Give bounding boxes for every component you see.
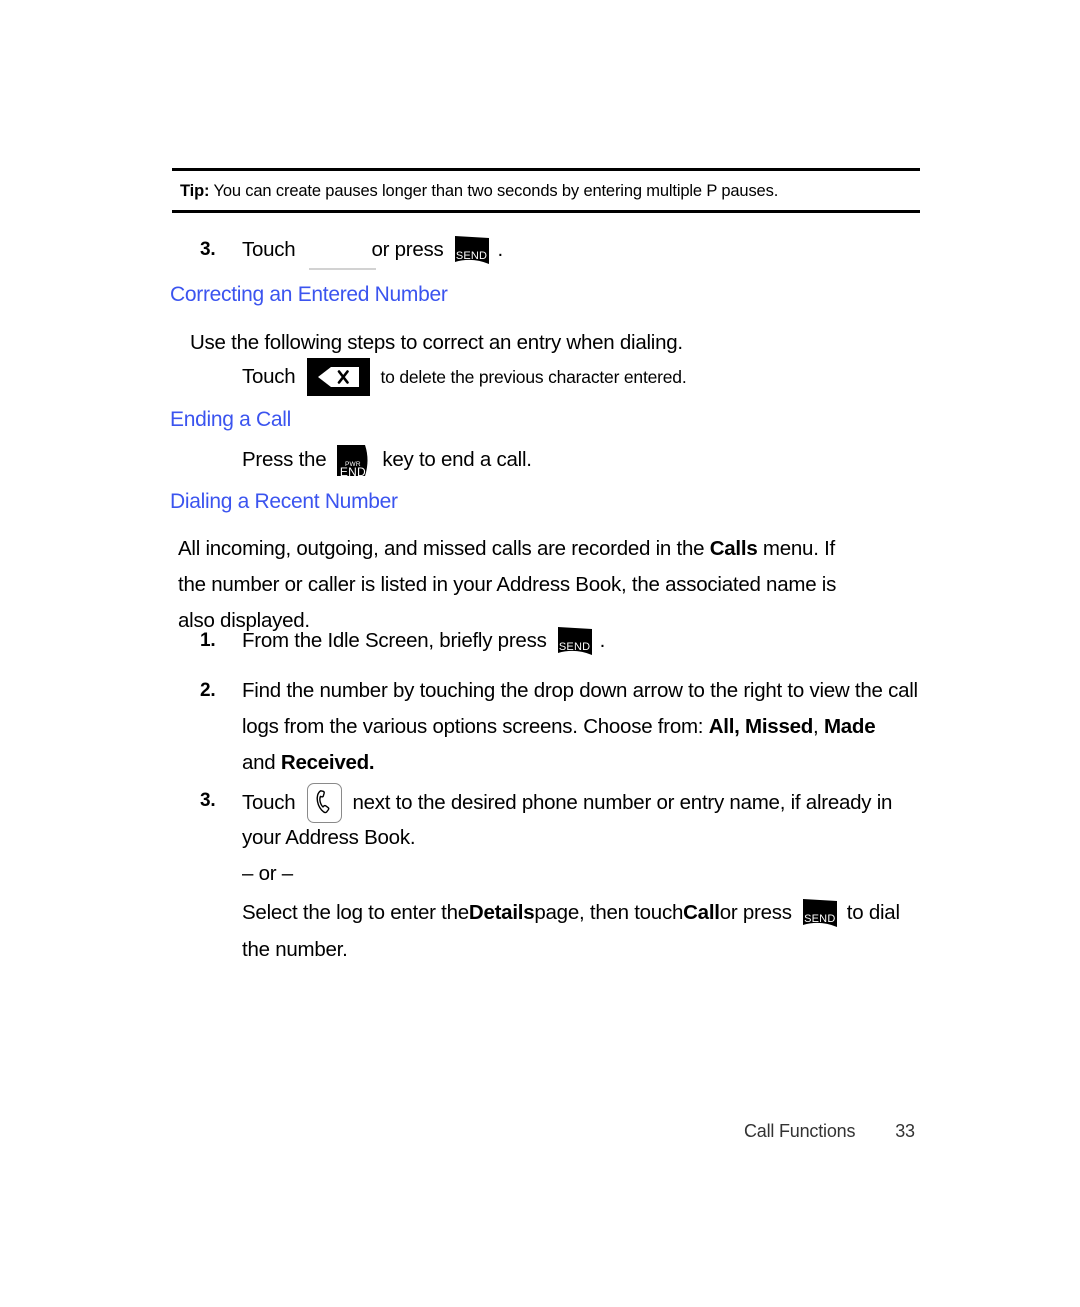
backspace-icon [307,358,371,396]
step2-line2: logs from the various options screens. C… [242,709,962,745]
or-press-label-top: or press [371,238,444,261]
heading-correcting-entered-number: Correcting an Entered Number [170,283,448,306]
ending-call-after-icon-text: key to end a call. [382,448,532,471]
step2-line1: Find the number by touching the drop dow… [242,679,918,702]
step3-final-line1: Select the log to enter the Details page… [242,895,900,931]
press-the-label: Press the [242,448,327,471]
step3-final-line2: the number. [242,938,348,961]
footer-chapter: Call Functions [744,1121,856,1141]
final-text-c: or press [719,901,792,924]
step2-bold-all-missed: All, Missed [708,715,814,738]
send-key-icon: SEND [454,235,490,265]
footer-page-number: 33 [895,1121,915,1141]
send-key-icon: SEND [557,626,593,656]
step1-line: From the Idle Screen, briefly press SEND… [242,623,605,659]
end-key-label: END [339,464,366,479]
step2-line2-mid: , [813,715,824,738]
period-top: . [497,238,504,261]
final-bold-details: Details [468,901,535,924]
step2-bold-made: Made [823,715,876,738]
final-bold-call: Call [683,901,720,924]
tip-callout: Tip: You can create pauses longer than t… [172,168,920,214]
tip-bottom-rule [172,210,920,214]
correcting-intro-text: Use the following steps to correct an en… [190,331,683,354]
correcting-touch-line: Touch to delete the previous character e… [242,358,687,396]
heading-ending-a-call: Ending a Call [170,408,292,431]
step2-text: Find the number by touching the drop dow… [242,673,962,781]
step2-line3-a: and [242,751,281,774]
tip-body: You can create pauses longer than two se… [209,182,779,200]
step1-number: 1. [200,630,216,651]
tip-label: Tip: [180,182,210,200]
step3-line2: your Address Book. [242,826,416,849]
final-text-b: page, then touch [534,901,684,924]
step3-touch-label: Touch [242,791,296,814]
image-remnant-line [309,268,376,270]
send-key-icon: SEND [802,898,838,928]
final-text-d: to dial [846,901,900,924]
end-key-icon: PWR END [336,444,372,479]
step3-line1: Touch next to the desired phone number o… [242,783,892,823]
step1-text-after: . [599,629,606,652]
step1-text-before: From the Idle Screen, briefly press [242,629,547,652]
recent-para-bold-calls: Calls [709,537,758,560]
step3-line1-after: next to the desired phone number or entr… [352,791,893,814]
step2-line3: and Received. [242,745,962,781]
final-text-a: Select the log to enter the [242,901,469,924]
phone-handset-icon [307,783,343,823]
step2-number: 2. [200,680,216,701]
step2-line2-a: logs from the various options screens. C… [242,715,709,738]
touch-label-correcting: Touch [242,365,296,388]
step3-number: 3. [200,790,216,811]
step-top-line: Touch or press SEND . [242,232,503,268]
or-divider: – or – [242,862,293,885]
ending-call-line: Press the PWR END key to end a call. [242,442,532,479]
correcting-after-icon-text: to delete the previous character entered… [380,367,687,387]
step2-bold-received: Received. [280,751,375,774]
tip-text: Tip: You can create pauses longer than t… [172,171,920,210]
recent-para-a: All incoming, outgoing, and missed calls… [178,537,710,560]
manual-page: Tip: You can create pauses longer than t… [0,0,1080,1307]
recent-para-line2: the number or caller is listed in your A… [178,573,837,596]
step-number-top: 3. [200,239,216,260]
page-footer: Call Functions 33 [744,1121,915,1142]
heading-dialing-recent-number: Dialing a Recent Number [170,490,398,513]
recent-para-b: menu. If [757,537,835,560]
touch-label-top: Touch [242,238,296,261]
recent-para-line1: All incoming, outgoing, and missed calls… [178,531,938,567]
